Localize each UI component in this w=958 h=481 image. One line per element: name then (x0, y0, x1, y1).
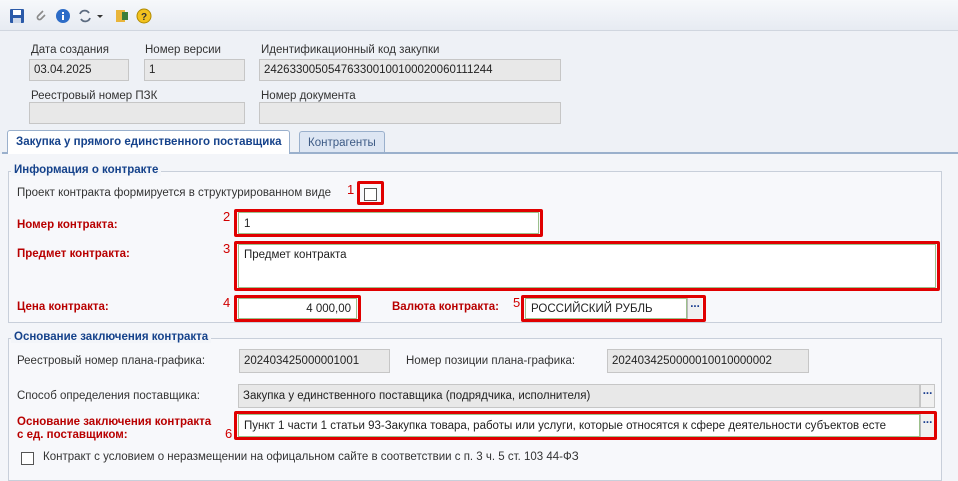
contract-subject-input[interactable]: Предмет контракта (238, 244, 936, 288)
save-icon[interactable] (9, 8, 25, 24)
structured-checkbox[interactable] (364, 188, 377, 201)
marker-3: 3 (223, 241, 231, 256)
contract-subject-label: Предмет контракта: (17, 248, 130, 260)
ikz-label: Идентификационный код закупки (261, 44, 440, 56)
plan-reg-field: 202403425000001001 (239, 349, 390, 373)
tab-direct-purchase[interactable]: Закупка у прямого единственного поставщи… (7, 130, 291, 154)
registry-label: Реестровый номер ПЗК (31, 90, 158, 102)
marker-1: 1 (347, 182, 355, 197)
registry-field (29, 102, 245, 124)
reason-label-line2: с ед. поставщиком: (17, 429, 128, 441)
method-label: Способ определения поставщика: (17, 390, 200, 402)
nonpublish-checkbox[interactable] (21, 452, 34, 465)
currency-input[interactable]: РОССИЙСКИЙ РУБЛЬ (525, 298, 687, 319)
tab-counterparties[interactable]: Контрагенты (299, 131, 385, 154)
created-label: Дата создания (31, 44, 109, 56)
attach-icon[interactable] (33, 8, 49, 24)
contract-number-input[interactable]: 1 (238, 212, 539, 234)
plan-pos-field: 2024034250000010010000002 (607, 349, 809, 373)
marker-4: 4 (223, 295, 231, 310)
marker-6: 6 (225, 426, 233, 441)
export-icon[interactable] (114, 8, 130, 24)
method-select-button[interactable]: ... (920, 384, 935, 408)
info-icon[interactable] (55, 8, 71, 24)
help-icon[interactable]: ? (136, 8, 152, 24)
currency-label: Валюта контракта: (392, 301, 500, 313)
nonpublish-label: Контракт с условием о неразмещении на оф… (43, 451, 579, 463)
structured-label: Проект контракта формируется в структури… (17, 187, 332, 199)
basis-legend: Основание заключения контракта (11, 331, 212, 343)
contract-price-label: Цена контракта: (17, 301, 109, 313)
docnum-label: Номер документа (261, 90, 356, 102)
toolbar: ? (0, 0, 958, 31)
method-field: Закупка у единственного поставщика (подр… (238, 384, 920, 408)
reason-input[interactable]: Пункт 1 части 1 статьи 93-Закупка товара… (238, 414, 920, 437)
ikz-field: 242633005054763300100100020060111244 (259, 59, 561, 81)
reason-label-line1: Основание заключения контракта (17, 416, 212, 428)
workflow-icon[interactable] (77, 8, 93, 24)
version-label: Номер версии (145, 44, 221, 56)
docnum-field (259, 102, 561, 124)
marker-5: 5 (513, 295, 521, 310)
svg-text:?: ? (141, 12, 147, 23)
plan-pos-label: Номер позиции плана-графика: (406, 355, 576, 367)
contract-number-label: Номер контракта: (17, 219, 118, 231)
chevron-down-icon[interactable] (96, 8, 104, 24)
contract-price-input[interactable]: 4 000,00 (238, 298, 357, 319)
marker-2: 2 (223, 209, 231, 224)
contract-info-legend: Информация о контракте (11, 164, 162, 176)
plan-reg-label: Реестровый номер плана-графика: (17, 355, 206, 367)
currency-select-button[interactable]: ... (687, 298, 702, 319)
reason-select-button[interactable]: ... (920, 414, 934, 437)
created-field: 03.04.2025 (29, 59, 129, 81)
version-field: 1 (144, 59, 245, 81)
